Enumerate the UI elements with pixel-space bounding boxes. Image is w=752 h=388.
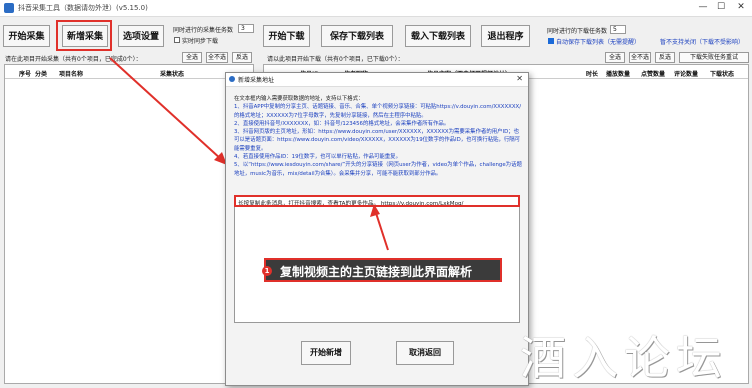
callout-number-badge: 1: [262, 266, 272, 276]
forum-watermark: 酒入论坛: [520, 331, 728, 385]
annotation-callout: 1 复制视频主的主页链接到此界面解析: [262, 258, 502, 282]
callout-text: 复制视频主的主页链接到此界面解析: [280, 265, 473, 279]
